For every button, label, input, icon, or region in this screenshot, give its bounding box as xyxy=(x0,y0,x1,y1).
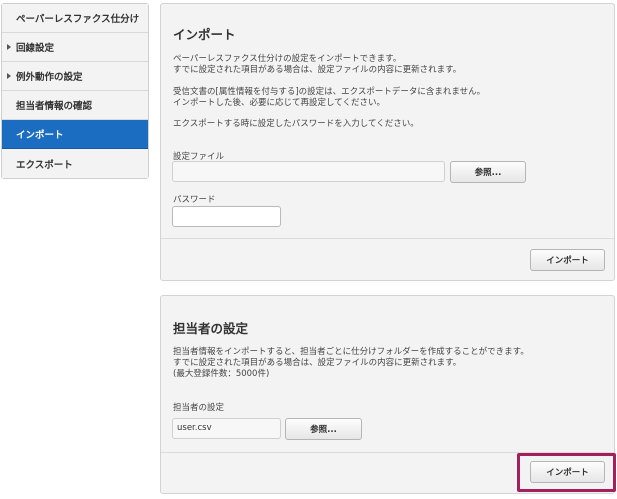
highlight-box xyxy=(517,453,616,492)
panel-divider xyxy=(161,238,614,239)
triangle-right-icon xyxy=(7,73,11,79)
description-line: すでに設定された項目がある場合は、設定ファイルの内容に更新されます。 xyxy=(173,65,462,75)
description-line: 受信文書の[属性情報を付与する]の設定は、エクスポートデータに含まれません。 xyxy=(173,87,486,97)
settings-file-input[interactable] xyxy=(172,161,445,182)
import-description: ペーパーレスファクス仕分けの設定をインポートできます。 すでに設定された項目があ… xyxy=(173,54,461,76)
browse-settings-file-button[interactable]: 参照... xyxy=(450,161,526,183)
sidebar-item-import[interactable]: インポート xyxy=(2,120,148,149)
staff-file-input[interactable]: user.csv xyxy=(172,418,281,439)
password-note: エクスポートする時に設定したパスワードを入力してください。 xyxy=(173,119,419,129)
staff-panel-title: 担当者の設定 xyxy=(173,321,249,336)
sidebar-item-label: 例外動作の設定 xyxy=(16,72,83,83)
description-line: すでに設定された項目がある場合は、設定ファイルの内容に更新されます。 xyxy=(173,358,462,368)
import-panel: インポート ペーパーレスファクス仕分けの設定をインポートできます。 すでに設定さ… xyxy=(160,3,615,281)
sidebar: ペーパーレスファクス仕分け 回線設定 例外動作の設定 担当者情報の確認 インポー… xyxy=(1,3,149,179)
sidebar-item-label: ペーパーレスファクス仕分け xyxy=(16,14,140,25)
description-line: (最大登録件数：5000件) xyxy=(173,369,270,379)
password-input[interactable] xyxy=(172,206,281,227)
triangle-right-icon xyxy=(7,44,11,50)
description-line: インポートした後、必要に応じて再設定してください。 xyxy=(173,98,385,108)
sidebar-item-paperless-fax[interactable]: ペーパーレスファクス仕分け xyxy=(2,4,148,33)
sidebar-item-export[interactable]: エクスポート xyxy=(2,149,148,178)
browse-staff-file-button[interactable]: 参照... xyxy=(285,418,362,440)
staff-description: 担当者情報をインポートすると、担当者ごとに仕分けフォルダーを作成することができま… xyxy=(173,347,529,380)
import-attribute-note: 受信文書の[属性情報を付与する]の設定は、エクスポートデータに含まれません。 イ… xyxy=(173,87,485,109)
password-label: パスワード xyxy=(173,195,216,205)
import-settings-button[interactable]: インポート xyxy=(530,249,605,271)
sidebar-item-line-settings[interactable]: 回線設定 xyxy=(2,33,148,62)
staff-file-value: user.csv xyxy=(177,423,212,433)
sidebar-item-label: インポート xyxy=(16,130,64,141)
page: ペーパーレスファクス仕分け 回線設定 例外動作の設定 担当者情報の確認 インポー… xyxy=(0,0,617,499)
sidebar-item-label: 回線設定 xyxy=(16,43,55,54)
sidebar-item-label: 担当者情報の確認 xyxy=(16,101,93,112)
description-line: 担当者情報をインポートすると、担当者ごとに仕分けフォルダーを作成することができま… xyxy=(173,347,529,357)
staff-file-label: 担当者の設定 xyxy=(173,403,225,413)
sidebar-item-exception-settings[interactable]: 例外動作の設定 xyxy=(2,62,148,91)
import-panel-title: インポート xyxy=(173,27,236,42)
sidebar-item-staff-info[interactable]: 担当者情報の確認 xyxy=(2,91,148,120)
description-line: ペーパーレスファクス仕分けの設定をインポートできます。 xyxy=(173,54,402,64)
sidebar-item-label: エクスポート xyxy=(16,159,73,171)
